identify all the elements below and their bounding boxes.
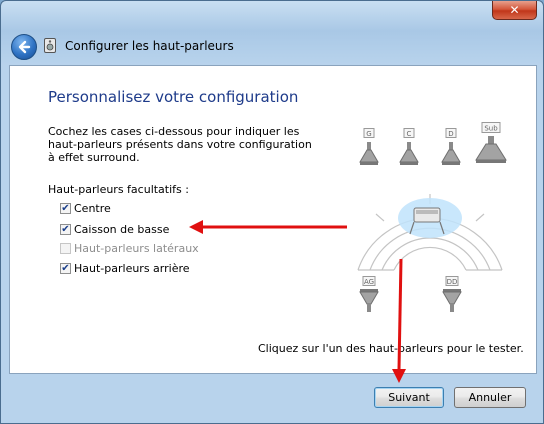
arrow-to-subwoofer-option — [189, 220, 347, 234]
dialog-window: ✕ Configurer les haut-parleurs Personnal… — [0, 0, 544, 424]
arrow-to-next-button — [392, 258, 406, 383]
annotation-arrows — [189, 220, 406, 383]
